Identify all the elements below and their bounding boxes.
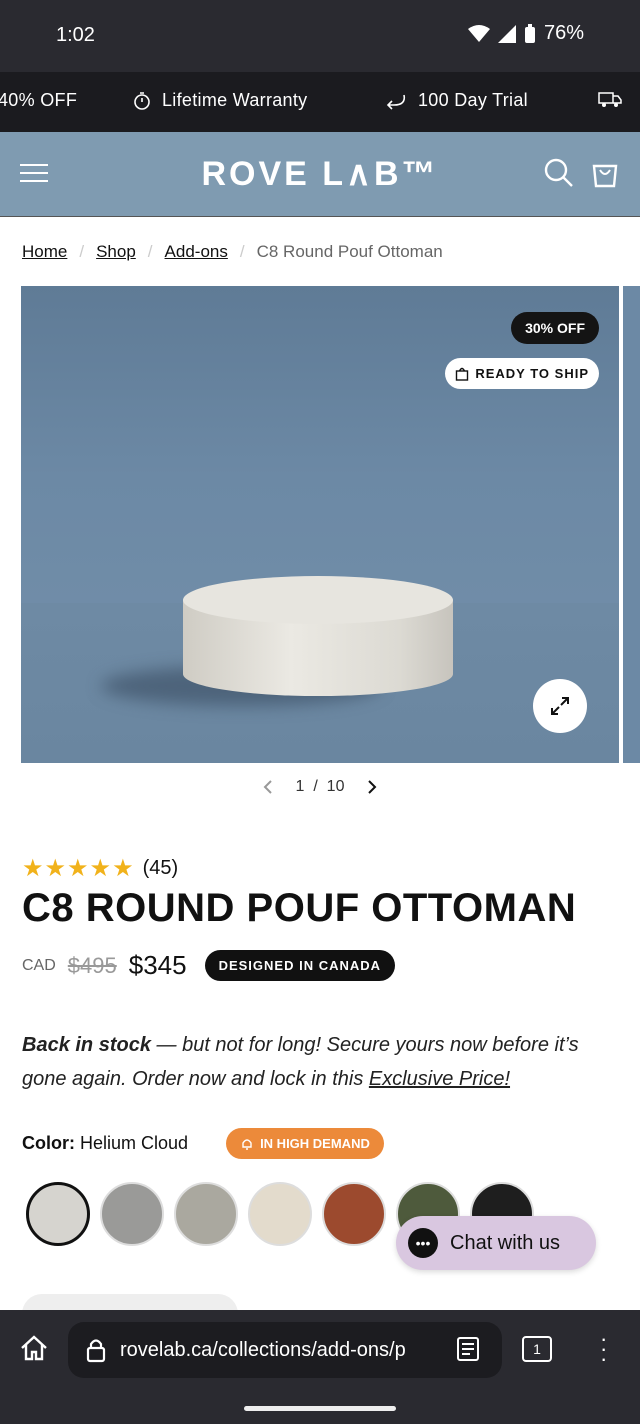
breadcrumb-separator: / — [147, 242, 153, 261]
cart-icon[interactable] — [590, 156, 620, 188]
promo-trial: 100 Day Trial — [384, 90, 528, 111]
next-image-peek[interactable] — [623, 286, 640, 763]
chevron-left-icon[interactable] — [262, 779, 274, 795]
gallery-pager: 1 / 10 — [0, 778, 640, 796]
status-time: 1:02 — [56, 24, 95, 46]
wifi-icon — [467, 24, 490, 42]
url-text: rovelab.ca/collections/add-ons/p — [120, 1338, 406, 1361]
color-label: Color: — [22, 1133, 75, 1153]
pouf-illustration — [183, 576, 453, 716]
bag-icon — [456, 367, 469, 381]
address-bar[interactable]: rovelab.ca/collections/add-ons/p — [68, 1322, 502, 1378]
site-header: ROVE L∧B™ — [0, 132, 640, 217]
color-swatch[interactable] — [100, 1182, 164, 1246]
status-bar: 1:02 76% — [0, 0, 640, 72]
truck-icon — [598, 92, 622, 107]
search-icon[interactable] — [544, 158, 574, 188]
status-icons: 76% — [467, 22, 584, 45]
return-arrow-icon — [386, 94, 406, 110]
promo-bar: 40% OFF Lifetime Warranty 100 Day Trial — [0, 72, 640, 132]
exclusive-price-link[interactable]: Exclusive Price! — [369, 1068, 510, 1090]
breadcrumb-current: C8 Round Pouf Ottoman — [256, 242, 443, 261]
price-row: CAD $495 $345 DESIGNED IN CANADA — [22, 950, 396, 981]
ready-to-ship-badge: READY TO SHIP — [445, 358, 599, 389]
breadcrumb: Home / Shop / Add-ons / C8 Round Pouf Ot… — [22, 242, 443, 262]
color-swatch[interactable] — [248, 1182, 312, 1246]
rating-count: (45) — [142, 857, 179, 879]
lock-icon — [86, 1339, 106, 1363]
battery-icon — [524, 23, 535, 43]
breadcrumb-addons[interactable]: Add-ons — [165, 242, 228, 262]
tab-switcher-button[interactable]: 1 — [522, 1336, 552, 1362]
battery-level: 76% — [543, 22, 584, 44]
original-price: $495 — [67, 952, 117, 978]
color-selector-header: Color: Helium Cloud IN HIGH DEMAND — [22, 1128, 384, 1159]
color-swatch[interactable] — [174, 1182, 238, 1246]
pager-text: 1 / 10 — [295, 778, 345, 795]
currency-label: CAD — [22, 956, 56, 974]
chat-icon: ••• — [408, 1228, 438, 1258]
product-rating[interactable]: ★★★★★ (45) — [22, 854, 178, 883]
browser-toolbar: rovelab.ca/collections/add-ons/p 1 · · · — [0, 1310, 640, 1424]
description-highlight: Back in stock — [22, 1034, 151, 1056]
reader-mode-icon[interactable] — [456, 1336, 480, 1362]
product-title: C8 ROUND POUF OTTOMAN — [22, 886, 577, 930]
star-rating-icons: ★★★★★ — [22, 855, 135, 882]
promo-discount: 40% OFF — [0, 90, 78, 110]
color-value: Helium Cloud — [80, 1133, 189, 1153]
expand-image-button[interactable] — [533, 679, 587, 733]
expand-icon — [551, 697, 569, 715]
high-demand-badge: IN HIGH DEMAND — [226, 1128, 384, 1159]
more-options-icon[interactable]: · · · — [600, 1328, 607, 1370]
breadcrumb-shop[interactable]: Shop — [96, 242, 136, 262]
chat-with-us-button[interactable]: ••• Chat with us — [396, 1216, 596, 1270]
breadcrumb-home[interactable]: Home — [22, 242, 67, 262]
color-swatch[interactable] — [26, 1182, 90, 1246]
home-icon[interactable] — [18, 1332, 50, 1364]
product-description: Back in stock — but not for long! Secure… — [22, 1028, 612, 1096]
chat-label: Chat with us — [450, 1231, 561, 1254]
stopwatch-icon — [134, 91, 150, 110]
promo-warranty: Lifetime Warranty — [132, 90, 307, 111]
sale-badge: 30% OFF — [511, 312, 599, 344]
product-image[interactable]: 30% OFF READY TO SHIP — [21, 286, 619, 763]
breadcrumb-separator: / — [239, 242, 245, 261]
gesture-bar — [244, 1406, 396, 1411]
bell-icon — [242, 1138, 252, 1150]
signal-icon — [497, 24, 516, 43]
breadcrumb-separator: / — [79, 242, 85, 261]
chevron-right-icon[interactable] — [366, 779, 378, 795]
color-swatch[interactable] — [322, 1182, 386, 1246]
sale-price: $345 — [128, 950, 187, 980]
designed-in-canada-badge: DESIGNED IN CANADA — [204, 950, 396, 981]
promo-shipping — [598, 90, 622, 108]
